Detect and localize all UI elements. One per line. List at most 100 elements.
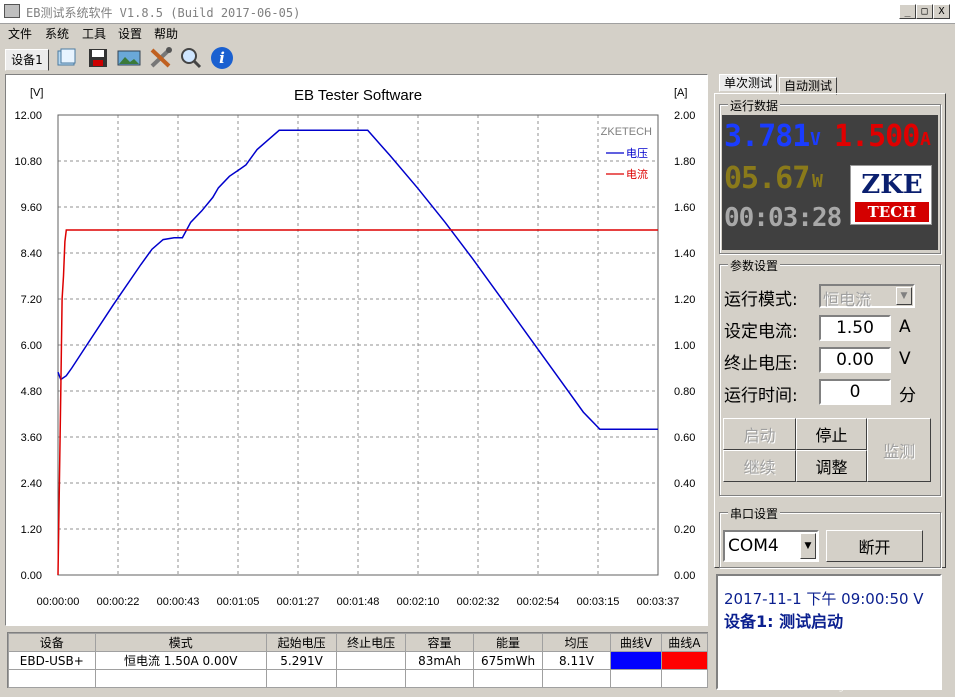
monitor-button[interactable]: 监测 [867,418,931,482]
cell-energy: 675mWh [473,651,543,670]
y-right-tick-label: 0.00 [674,570,695,582]
site-watermark-url: www.chongdiantou.com [798,683,895,692]
y-right-tick-label: 1.80 [674,156,695,168]
current-unit: A [920,129,931,150]
table-row-empty [8,669,709,688]
y-right-tick-label: 1.20 [674,294,695,306]
mode-select[interactable]: 恒电流 ▼ [819,284,915,309]
minimize-button[interactable]: _ [899,4,916,19]
col-end-voltage: 终止电压 [336,633,406,652]
cutoff-voltage-field[interactable]: 0.00 [819,347,891,373]
runtime-label: 运行时间: [724,386,798,406]
zketech-logo: ZKE TECH [850,165,932,225]
toolbar: 设备1 i [0,44,955,72]
readout-panel: 3.781 V 1.500 A 05.67 W 00:03:28 ZKE TEC… [722,115,938,250]
log-line: 设备1: 测试启动 [724,612,844,631]
menu-settings[interactable]: 设置 [118,25,142,42]
info-icon[interactable]: i [208,45,235,71]
y-right-tick-label: 1.40 [674,248,695,260]
y-left-tick-label: 0.00 [21,570,42,582]
continue-button[interactable]: 继续 [723,450,796,482]
app-icon [4,4,20,18]
cell-capacity: 83mAh [404,651,475,670]
col-energy: 能量 [473,633,543,652]
cutoff-voltage-unit: V [899,349,911,369]
time-readout: 00:03:28 [724,203,842,233]
runtime-unit: 分 [899,386,916,406]
tab-single-test[interactable]: 单次测试 [719,74,778,92]
cell-mode: 恒电流 1.50A 0.00V [94,651,267,670]
power-readout: 05.67 [724,161,810,196]
y-left-tick-label: 2.40 [21,478,42,490]
close-button[interactable]: X [933,4,950,19]
x-tick-label: 00:01:27 [277,596,320,608]
voltage-readout: 3.781 [724,119,810,154]
curve-a-swatch[interactable] [660,651,709,670]
maximize-button[interactable]: □ [916,4,933,19]
col-mode: 模式 [94,633,267,652]
col-avg-voltage: 均压 [541,633,612,652]
log-box[interactable]: 2017-11-1 下午 09:00:50 V 设备1: 测试启动 充電頭 [716,574,942,690]
start-button[interactable]: 启动 [723,418,796,450]
runtime-field[interactable]: 0 [819,379,891,405]
menu-file[interactable]: 文件 [8,25,32,42]
chevron-down-icon[interactable]: ▼ [800,533,816,559]
menu-help[interactable]: 帮助 [154,25,178,42]
open-icon[interactable] [53,45,80,71]
y-left-tick-label: 1.20 [21,524,42,536]
y-right-tick-label: 2.00 [674,110,695,122]
cell-device: EBD-USB+ [8,651,96,670]
table-header-row: 设备 模式 起始电压 终止电压 容量 能量 均压 曲线V 曲线A [8,633,709,652]
chart-panel: EB Tester Software [V] [A] ZKETECH 0.00 1… [5,74,708,626]
x-tick-label: 00:00:22 [97,596,140,608]
set-current-field[interactable]: 1.50 [819,315,891,341]
window-title: EB测试系统软件 V1.8.5 (Build 2017-06-05) [26,6,301,20]
y-right-tick-label: 0.20 [674,524,695,536]
image-icon[interactable] [115,45,142,71]
save-icon[interactable] [84,45,111,71]
y-left-tick-label: 7.20 [21,294,42,306]
x-tick-label: 00:03:15 [577,596,620,608]
curve-v-swatch[interactable] [610,651,662,670]
x-tick-label: 00:01:48 [337,596,380,608]
cutoff-voltage-label: 终止电压: [724,354,798,374]
cell-end-voltage [336,651,406,670]
x-tick-label: 00:00:00 [37,596,80,608]
chart-title: EB Tester Software [294,87,422,104]
y-right-tick-label: 0.60 [674,432,695,444]
menu-system[interactable]: 系统 [45,25,69,42]
com-port-select[interactable]: COM4 ▼ [723,530,819,562]
y-left-tick-label: 12.00 [14,110,42,122]
x-tick-label: 00:01:05 [217,596,260,608]
col-curve-v: 曲线V [610,633,662,652]
set-current-label: 设定电流: [724,322,798,342]
x-tick-label: 00:03:37 [637,596,680,608]
x-tick-label: 00:02:10 [397,596,440,608]
stop-button[interactable]: 停止 [796,418,867,450]
legend-label: 电压 [626,147,648,160]
cell-avg-voltage: 8.11V [541,651,612,670]
disconnect-button[interactable]: 断开 [826,530,923,562]
chart-watermark: ZKETECH [601,126,652,138]
table-row[interactable]: EBD-USB+ 恒电流 1.50A 0.00V 5.291V 83mAh 67… [8,651,709,670]
current-readout: 1.500 [834,119,920,154]
y-left-tick-label: 6.00 [21,340,42,352]
serial-title: 串口设置 [728,505,781,522]
y-left-tick-label: 9.60 [21,202,42,214]
y-right-tick-label: 0.80 [674,386,695,398]
chevron-down-icon[interactable]: ▼ [896,287,912,305]
zoom-icon[interactable] [177,45,204,71]
y-right-tick-label: 1.60 [674,202,695,214]
y-left-tick-label: 4.80 [21,386,42,398]
com-port-value: COM4 [728,536,779,556]
adjust-button[interactable]: 调整 [796,450,867,482]
col-start-voltage: 起始电压 [265,633,338,652]
y-left-unit: [V] [30,87,43,99]
tools-icon[interactable] [147,45,174,71]
set-current-unit: A [899,317,911,337]
legend-label: 电流 [626,167,648,181]
mode-label: 运行模式: [724,290,798,310]
y-left-tick-label: 3.60 [21,432,42,444]
menu-tools[interactable]: 工具 [82,25,106,42]
tab-device1[interactable]: 设备1 [5,49,49,71]
